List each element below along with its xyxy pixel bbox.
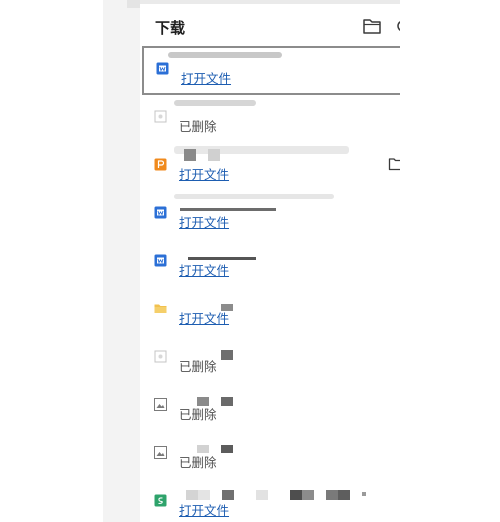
redaction-block (338, 490, 350, 500)
background-window-mark (127, 0, 141, 8)
download-item[interactable]: 打开文件 (142, 480, 400, 522)
redaction-block (208, 149, 220, 161)
show-in-folder-icon[interactable] (388, 156, 400, 172)
downloads-panel: 下载 打开文件 已删除 打开文件 打开文件 打开文件 打开文件 已删除 已删除 … (140, 0, 400, 522)
open-file-link[interactable]: 打开文件 (179, 212, 229, 231)
deleted-status: 已删除 (179, 455, 217, 470)
open-file-link[interactable]: 打开文件 (179, 308, 229, 327)
blurred-file-name (174, 100, 256, 106)
redaction-block (221, 350, 233, 360)
word-file-icon (154, 254, 167, 267)
download-item[interactable]: 打开文件 (142, 240, 400, 288)
redaction-block (362, 492, 366, 496)
open-file-link[interactable]: 打开文件 (179, 500, 229, 519)
deleted-status: 已删除 (179, 359, 217, 374)
redaction-block (221, 397, 233, 406)
deleted-status: 已删除 (179, 119, 217, 134)
deleted-file-icon (154, 350, 167, 363)
download-item[interactable]: 打开文件 (142, 288, 400, 336)
download-item[interactable]: 打开文件 (142, 144, 400, 192)
download-item[interactable]: 打开文件 (142, 192, 400, 240)
redaction-block (186, 490, 198, 500)
redaction-block (222, 490, 234, 500)
redaction-block (302, 490, 314, 500)
redaction-block (198, 490, 210, 500)
image-file-icon (154, 398, 167, 411)
download-item[interactable]: 已删除 (142, 336, 400, 384)
word-file-icon (154, 206, 167, 219)
deleted-file-icon (154, 110, 167, 123)
background-window-strip (103, 0, 141, 522)
open-downloads-folder-icon[interactable] (362, 17, 382, 35)
image-file-icon (154, 446, 167, 459)
blurred-file-name (174, 146, 349, 154)
blurred-file-name (168, 52, 282, 58)
sheet-file-icon (154, 494, 167, 507)
blurred-file-name (174, 194, 334, 199)
word-file-icon (156, 62, 169, 75)
more-options-icon[interactable] (392, 17, 400, 35)
redaction-block (326, 490, 338, 500)
open-file-link[interactable]: 打开文件 (181, 68, 231, 87)
panel-top-border (140, 0, 400, 4)
redaction-block (290, 490, 302, 500)
open-file-link[interactable]: 打开文件 (179, 164, 229, 183)
redaction-block (180, 208, 276, 211)
downloads-title: 下载 (155, 19, 186, 37)
redaction-block (184, 149, 196, 161)
download-item[interactable]: 已删除 (142, 432, 400, 480)
download-item[interactable]: 已删除 (142, 384, 400, 432)
deleted-status: 已删除 (179, 407, 217, 422)
redaction-block (256, 490, 268, 500)
ppt-file-icon (154, 158, 167, 171)
folder-file-icon (154, 302, 167, 315)
redaction-block (221, 445, 233, 453)
downloads-header: 下载 (140, 6, 400, 46)
download-item[interactable]: 打开文件 (142, 46, 400, 95)
open-file-link[interactable]: 打开文件 (179, 260, 229, 279)
download-item[interactable]: 已删除 (142, 96, 400, 144)
